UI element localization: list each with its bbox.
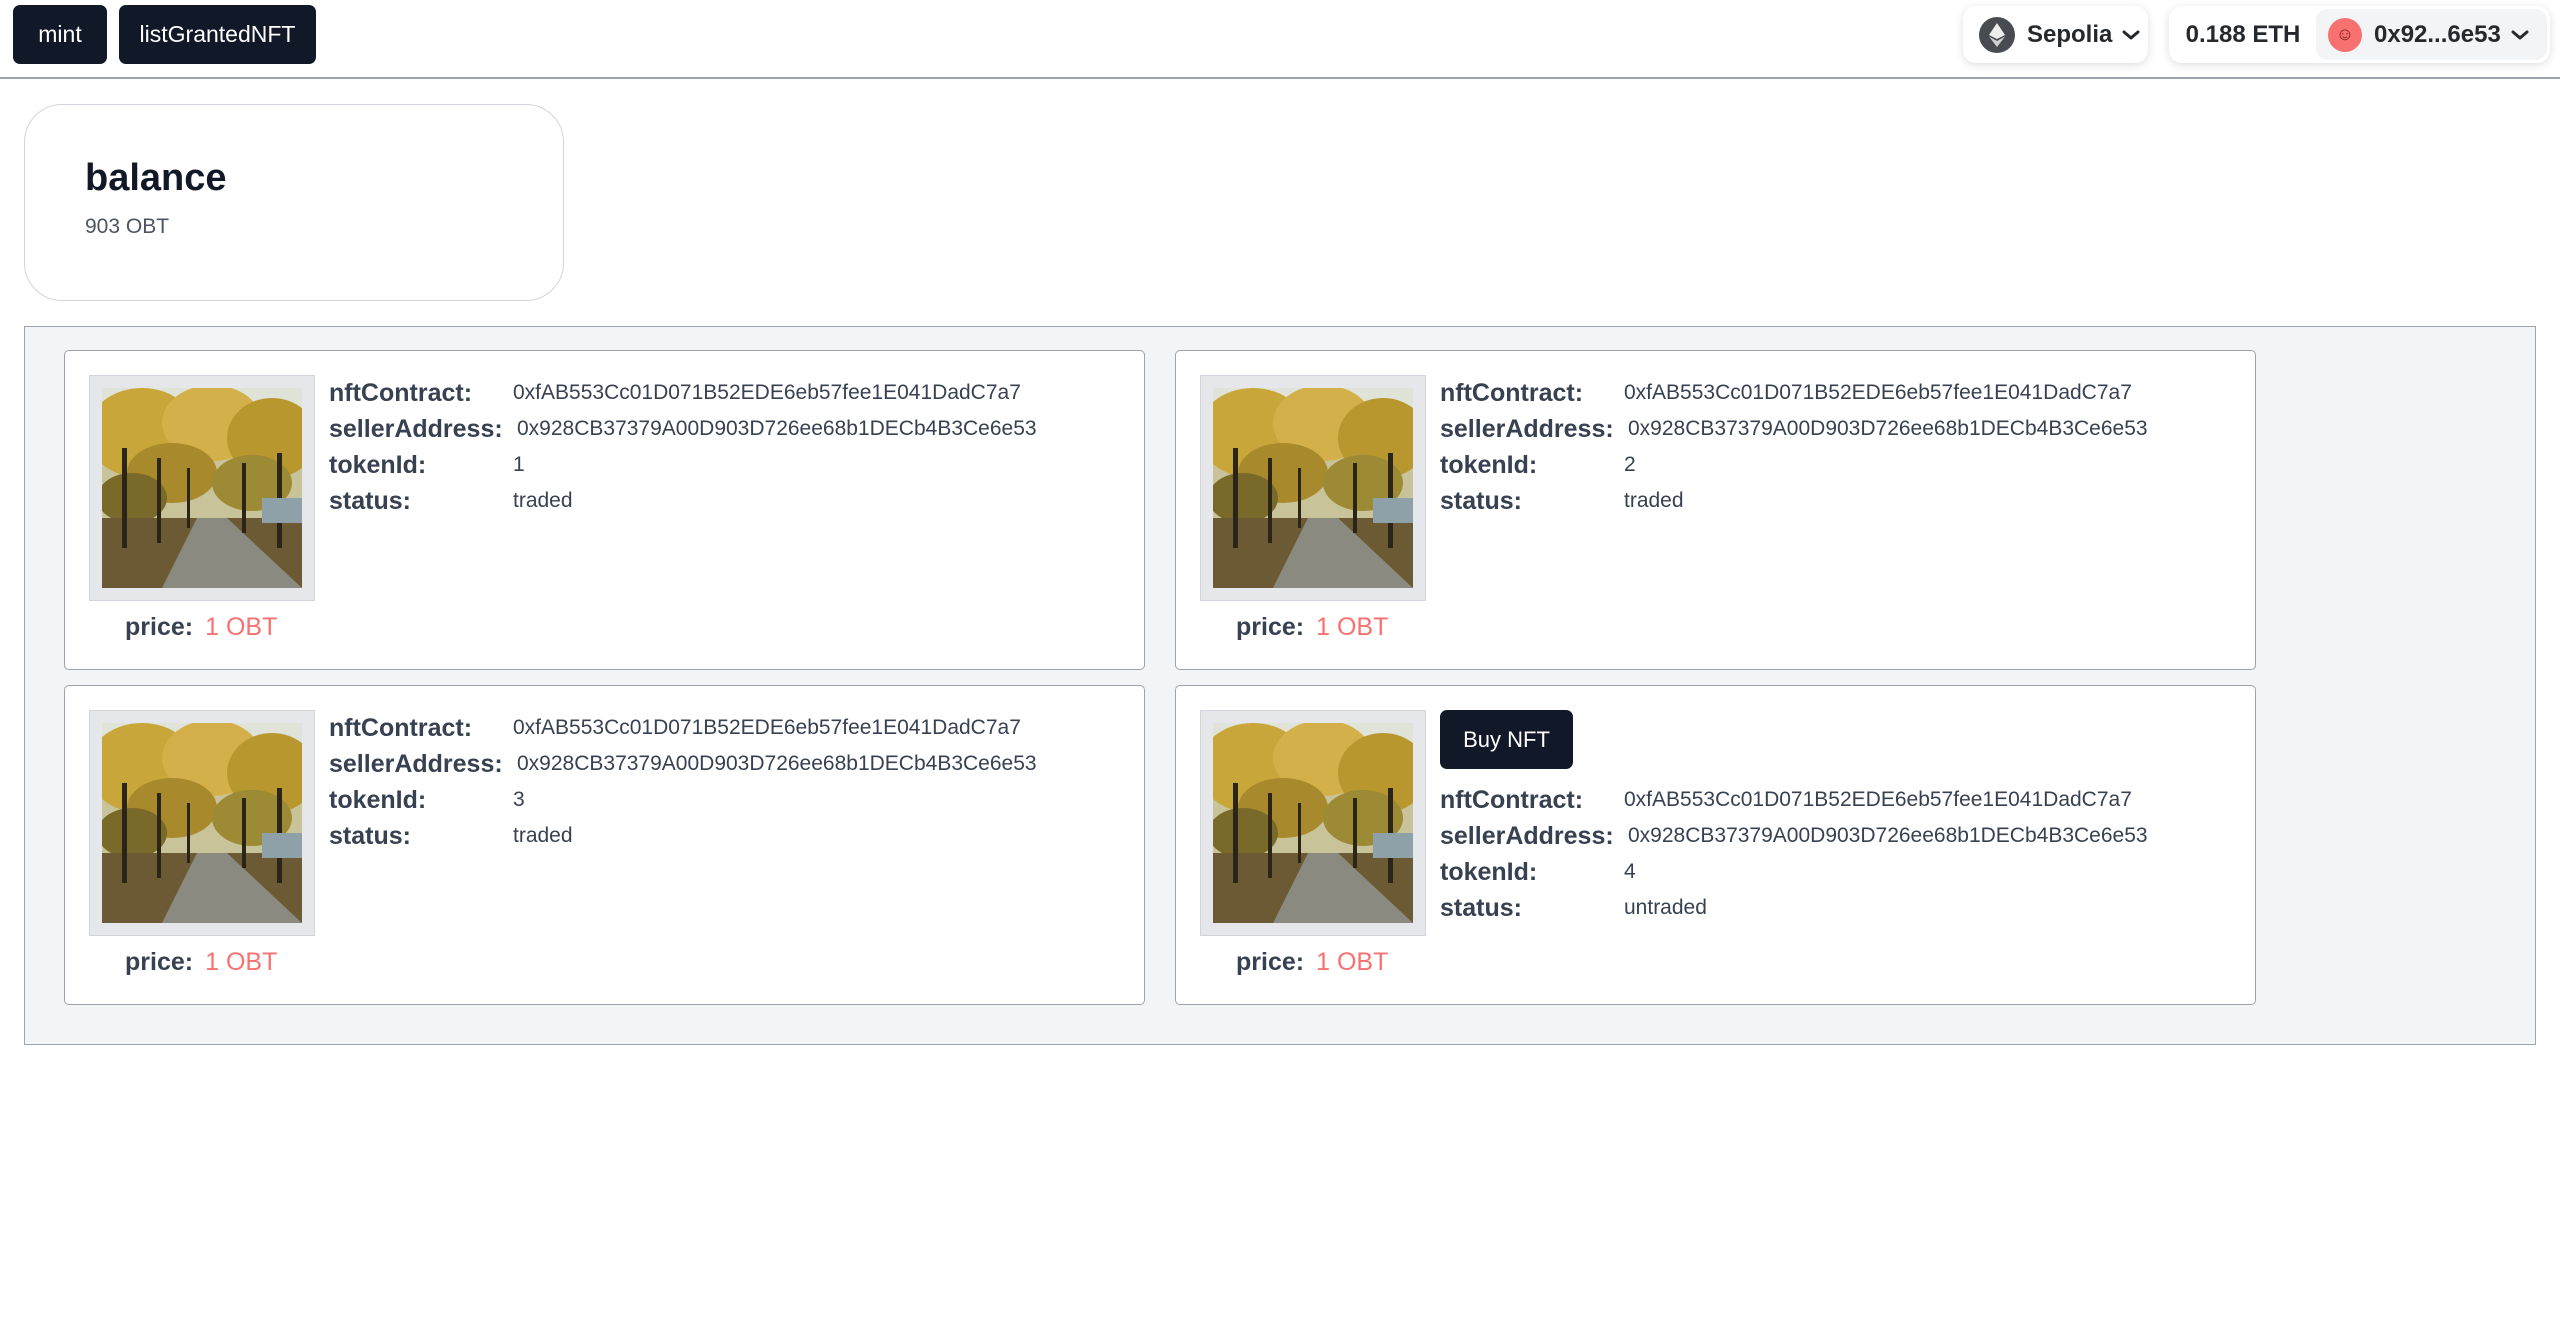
token-id-label: tokenId: — [329, 785, 427, 814]
nft-contract-label: nftContract: — [329, 713, 473, 742]
token-id-value: 2 — [1624, 453, 1636, 476]
network-selector[interactable]: Sepolia — [1963, 6, 2148, 63]
buy-nft-button[interactable]: Buy NFT — [1440, 710, 1573, 769]
price-row: price : 1 OBT — [1236, 607, 1388, 647]
price-value: 1 OBT — [205, 612, 278, 641]
status-label: status: — [329, 821, 411, 850]
list-granted-nft-button[interactable]: listGrantedNFT — [119, 5, 316, 64]
account-address: 0x92...6e53 — [2374, 20, 2501, 48]
eth-balance: 0.188 ETH — [2185, 20, 2301, 48]
nft-contract-label: nftContract: — [329, 378, 473, 407]
mint-button[interactable]: mint — [13, 5, 107, 64]
price-colon: : — [1295, 612, 1305, 641]
token-id-value: 1 — [513, 453, 525, 476]
price-value: 1 OBT — [1316, 947, 1389, 976]
token-id-label: tokenId: — [329, 450, 427, 479]
nft-card: nftContract: 0xfAB553Cc01D071B52EDE6eb57f… — [64, 350, 1145, 670]
balance-value: 903 OBT — [85, 215, 170, 238]
price-row: price : 1 OBT — [1236, 942, 1388, 982]
price-label: price — [1236, 947, 1296, 976]
account-address-chip[interactable]: ☺ 0x92...6e53 — [2316, 9, 2547, 60]
seller-address-value: 0x928CB37379A00D903D726ee68b1DECb4B3Ce6e… — [1628, 824, 2148, 847]
seller-address-value: 0x928CB37379A00D903D726ee68b1DECb4B3Ce6e… — [517, 752, 1037, 775]
token-id-value: 4 — [1624, 860, 1636, 883]
price-colon: : — [1295, 947, 1305, 976]
price-label: price — [125, 947, 185, 976]
nft-market-grid: nftContract: 0xfAB553Cc01D071B52EDE6eb57f… — [24, 326, 2536, 1045]
status-value: traded — [1624, 489, 1684, 512]
nft-contract-value: 0xfAB553Cc01D071B52EDE6eb57fee1E041DadC7… — [1624, 381, 2132, 404]
nft-card: nftContract: 0xfAB553Cc01D071B52EDE6eb57f… — [1175, 350, 2256, 670]
token-id-label: tokenId: — [1440, 857, 1538, 886]
status-label: status: — [1440, 893, 1522, 922]
price-label: price — [125, 612, 185, 641]
ethereum-icon — [1979, 16, 2015, 53]
seller-address-value: 0x928CB37379A00D903D726ee68b1DECb4B3Ce6e… — [517, 417, 1037, 440]
price-row: price : 1 OBT — [125, 942, 277, 982]
nft-info: nftContract: 0xfAB553Cc01D071B52EDE6eb57f… — [1440, 782, 2148, 926]
chevron-down-icon — [2511, 29, 2529, 41]
seller-address-label: sellerAddress: — [329, 414, 503, 443]
token-id-label: tokenId: — [1440, 450, 1538, 479]
chevron-down-icon — [2122, 29, 2140, 41]
price-value: 1 OBT — [205, 947, 278, 976]
seller-address-label: sellerAddress: — [1440, 414, 1614, 443]
account-button[interactable]: 0.188 ETH ☺ 0x92...6e53 — [2169, 6, 2550, 63]
nft-image — [89, 710, 315, 936]
network-name: Sepolia — [2027, 20, 2113, 48]
status-value: traded — [513, 824, 573, 847]
nft-contract-label: nftContract: — [1440, 785, 1584, 814]
nft-image — [89, 375, 315, 601]
status-label: status: — [329, 486, 411, 515]
nft-card: nftContract: 0xfAB553Cc01D071B52EDE6eb57f… — [64, 685, 1145, 1005]
price-colon: : — [184, 612, 194, 641]
seller-address-label: sellerAddress: — [329, 749, 503, 778]
status-value: traded — [513, 489, 573, 512]
nft-image — [1200, 375, 1426, 601]
balance-title: balance — [85, 157, 227, 199]
nft-contract-value: 0xfAB553Cc01D071B52EDE6eb57fee1E041DadC7… — [513, 381, 1021, 404]
seller-address-value: 0x928CB37379A00D903D726ee68b1DECb4B3Ce6e… — [1628, 417, 2148, 440]
balance-card: balance 903 OBT — [24, 104, 564, 301]
nft-contract-label: nftContract: — [1440, 378, 1584, 407]
seller-address-label: sellerAddress: — [1440, 821, 1614, 850]
nft-image — [1200, 710, 1426, 936]
price-value: 1 OBT — [1316, 612, 1389, 641]
price-label: price — [1236, 612, 1296, 641]
price-colon: : — [184, 947, 194, 976]
nft-contract-value: 0xfAB553Cc01D071B52EDE6eb57fee1E041DadC7… — [513, 716, 1021, 739]
top-bar: mint listGrantedNFT Sepolia 0.188 ETH ☺ … — [0, 0, 2560, 79]
nft-info: nftContract: 0xfAB553Cc01D071B52EDE6eb57f… — [1440, 375, 2148, 519]
avatar-emoji-icon: ☺ — [2328, 17, 2362, 52]
nft-contract-value: 0xfAB553Cc01D071B52EDE6eb57fee1E041DadC7… — [1624, 788, 2132, 811]
nft-info: nftContract: 0xfAB553Cc01D071B52EDE6eb57f… — [329, 710, 1037, 854]
status-label: status: — [1440, 486, 1522, 515]
token-id-value: 3 — [513, 788, 525, 811]
nft-card: Buy NFT nftContract: 0xfAB553Cc01D071B52E… — [1175, 685, 2256, 1005]
price-row: price : 1 OBT — [125, 607, 277, 647]
status-value: untraded — [1624, 896, 1707, 919]
nft-info: nftContract: 0xfAB553Cc01D071B52EDE6eb57f… — [329, 375, 1037, 519]
